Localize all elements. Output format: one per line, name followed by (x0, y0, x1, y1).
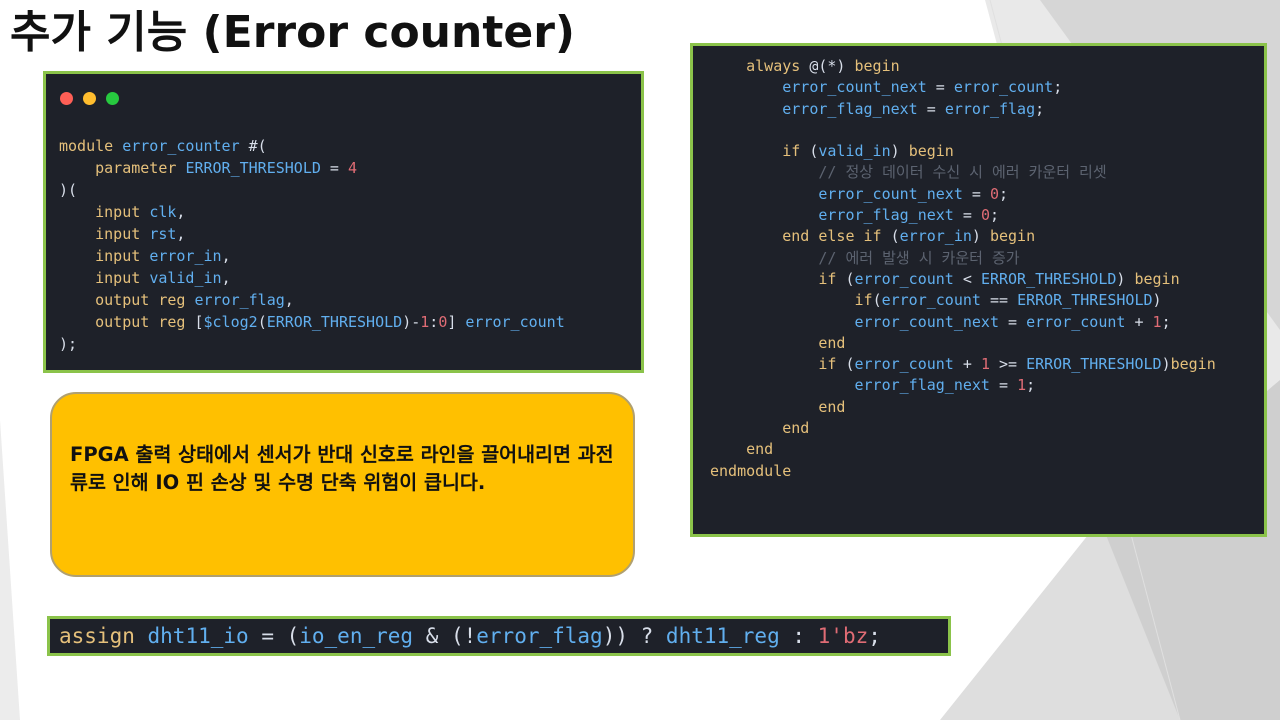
module-code-panel: module error_counter #( parameter ERROR_… (43, 71, 644, 373)
always-code-panel: always @(*) begin error_count_next = err… (690, 43, 1267, 537)
assign-code-line: assign dht11_io = (io_en_reg & (!error_f… (59, 624, 881, 648)
slide-title: 추가 기능 (Error counter) (10, 7, 576, 58)
module-code-block: module error_counter #( parameter ERROR_… (59, 137, 565, 353)
always-code-block: always @(*) begin error_count_next = err… (710, 57, 1216, 480)
maximize-dot-icon (106, 92, 119, 105)
minimize-dot-icon (83, 92, 96, 105)
warning-callout: FPGA 출력 상태에서 센서가 반대 신호로 라인을 끌어내리면 과전류로 인… (50, 392, 635, 577)
close-dot-icon (60, 92, 73, 105)
window-controls (60, 92, 119, 105)
assign-code-bar: assign dht11_io = (io_en_reg & (!error_f… (47, 616, 951, 656)
callout-text: FPGA 출력 상태에서 센서가 반대 신호로 라인을 끌어내리면 과전류로 인… (70, 443, 614, 494)
